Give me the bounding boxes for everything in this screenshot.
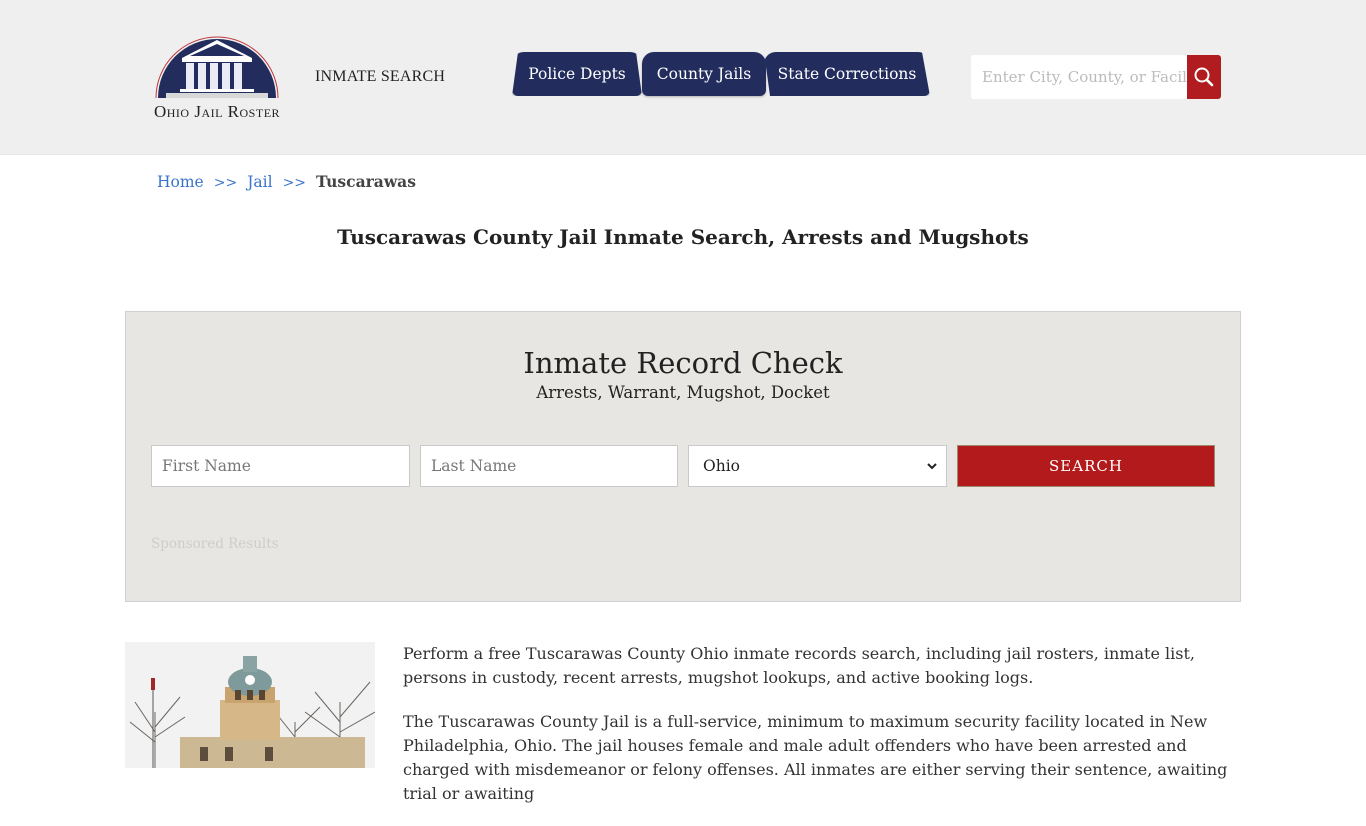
site-search-button[interactable] — [1187, 55, 1221, 99]
courthouse-image-icon — [125, 642, 375, 768]
courthouse-logo-icon — [155, 36, 279, 99]
page-title: Tuscarawas County Jail Inmate Search, Ar… — [337, 225, 1029, 249]
site-search-input[interactable] — [971, 55, 1187, 99]
content-text: Perform a free Tuscarawas County Ohio in… — [403, 642, 1243, 826]
nav-tab-county-jails[interactable]: County Jails — [642, 52, 766, 96]
logo-text: Ohio Jail Roster — [153, 102, 281, 121]
state-select[interactable]: Ohio — [688, 445, 947, 487]
intro-paragraph: Perform a free Tuscarawas County Ohio in… — [403, 644, 1195, 687]
breadcrumb-separator: >> — [282, 175, 307, 191]
site-logo[interactable]: Ohio Jail Roster — [146, 34, 288, 122]
sponsored-results-label: Sponsored Results — [151, 536, 279, 552]
record-check-subtitle: Arrests, Warrant, Mugshot, Docket — [536, 383, 830, 402]
search-icon — [1194, 67, 1214, 87]
courthouse-photo — [125, 642, 375, 768]
site-search — [971, 55, 1221, 99]
description-paragraph: The Tuscarawas County Jail is a full-ser… — [403, 712, 1228, 803]
record-search-button[interactable]: SEARCH — [957, 445, 1215, 487]
breadcrumb: Home >> Jail >> Tuscarawas — [157, 172, 416, 191]
nav-tab-police-depts[interactable]: Police Depts — [512, 52, 642, 96]
breadcrumb-separator: >> — [213, 175, 238, 191]
record-check-title: Inmate Record Check — [523, 346, 843, 380]
breadcrumb-home[interactable]: Home — [157, 173, 204, 191]
breadcrumb-current: Tuscarawas — [316, 172, 416, 191]
last-name-input[interactable] — [420, 445, 678, 487]
inmate-record-check-panel: Inmate Record Check Arrests, Warrant, Mu… — [125, 311, 1241, 602]
site-header: Ohio Jail Roster INMATE SEARCH Police De… — [0, 0, 1366, 155]
nav-tab-state-corrections[interactable]: State Corrections — [764, 52, 930, 96]
inmate-search-label[interactable]: INMATE SEARCH — [315, 68, 445, 86]
breadcrumb-jail[interactable]: Jail — [247, 173, 272, 191]
first-name-input[interactable] — [151, 445, 410, 487]
